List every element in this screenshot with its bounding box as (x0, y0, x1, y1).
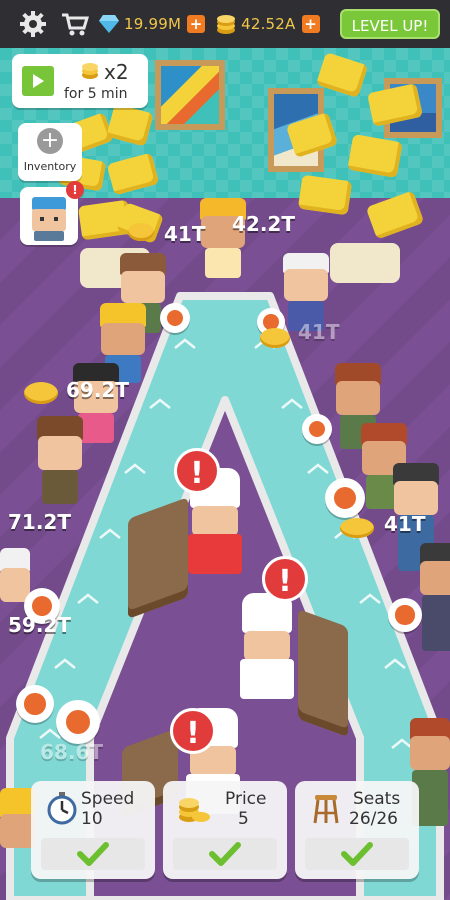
upgrade-name: Speed (81, 789, 135, 809)
upgrade-value: 5 (238, 809, 249, 829)
stopwatch-icon (47, 792, 77, 825)
coins-counter: 42.52A + (215, 13, 320, 35)
upgrade-speed-button[interactable] (41, 838, 145, 870)
pizza-plate (302, 414, 332, 444)
customer (418, 543, 450, 653)
pizza-plate (56, 700, 100, 744)
chef (232, 593, 302, 703)
seats-upgrade-card[interactable]: Seats 26/26 (295, 781, 419, 879)
checkmark-icon (209, 842, 241, 866)
coin-stack-icon (82, 63, 98, 79)
earning-text: 41T (298, 320, 340, 344)
coins-value: 42.52A (241, 15, 296, 33)
price-upgrade-card[interactable]: Price 5 (163, 781, 287, 879)
character-button[interactable]: ! (20, 181, 84, 245)
gear-icon[interactable] (16, 7, 50, 41)
pizza-plate (160, 303, 190, 333)
coin-stack-icon (179, 798, 210, 822)
gem-icon (99, 15, 119, 33)
coin (260, 328, 290, 348)
coin (128, 223, 154, 241)
pizza-plate (16, 685, 54, 723)
pizza-plate (325, 478, 365, 518)
chef-alert-icon[interactable]: ! (174, 448, 220, 494)
earning-text: 68.6T (40, 740, 103, 764)
customer (32, 416, 88, 506)
add-gems-button[interactable]: + (187, 15, 206, 33)
pizza-plate (388, 598, 422, 632)
character-alert-badge: ! (66, 181, 84, 199)
upgrade-value: 10 (81, 809, 103, 829)
upgrade-seats-button[interactable] (305, 838, 409, 870)
coin (340, 518, 374, 538)
earning-text: 69.2T (66, 378, 129, 402)
boost-multiplier: x2 (104, 60, 129, 84)
upgrade-name: Seats (353, 789, 401, 809)
earning-text: 71.2T (8, 510, 71, 534)
coin (24, 382, 58, 404)
chef-alert-icon[interactable]: ! (262, 556, 308, 602)
earning-text: 41T (164, 222, 206, 246)
earning-text: 41T (384, 512, 426, 536)
upgrade-name: Price (225, 789, 267, 809)
upgrade-value: 26/26 (349, 809, 398, 829)
earning-text: 42.2T (232, 212, 295, 236)
coin-boost-button[interactable]: x2 for 5 min (12, 54, 148, 108)
inventory-button[interactable]: + Inventory (18, 123, 82, 181)
inventory-label: Inventory (23, 160, 77, 173)
add-coins-button[interactable]: + (301, 15, 320, 33)
cooking-station (298, 608, 348, 738)
gems-value: 19.99M (124, 15, 182, 33)
plus-icon: + (37, 128, 63, 154)
upgrade-price-button[interactable] (173, 838, 277, 870)
checkmark-icon (341, 842, 373, 866)
coin-stack-icon (217, 15, 236, 34)
earning-text: 59.2T (8, 613, 71, 637)
video-ad-icon (22, 66, 54, 96)
cart-icon[interactable] (58, 7, 92, 41)
gems-counter: 19.99M + (98, 14, 206, 34)
top-bar: 19.99M + 42.52A + LEVEL UP! (0, 0, 450, 48)
stool-icon (313, 795, 339, 824)
boost-duration: for 5 min (64, 86, 128, 102)
chef-alert-icon[interactable]: ! (170, 708, 216, 754)
speed-upgrade-card[interactable]: Speed 10 (31, 781, 155, 879)
checkmark-icon (77, 842, 109, 866)
level-up-button[interactable]: LEVEL UP! (340, 9, 440, 39)
